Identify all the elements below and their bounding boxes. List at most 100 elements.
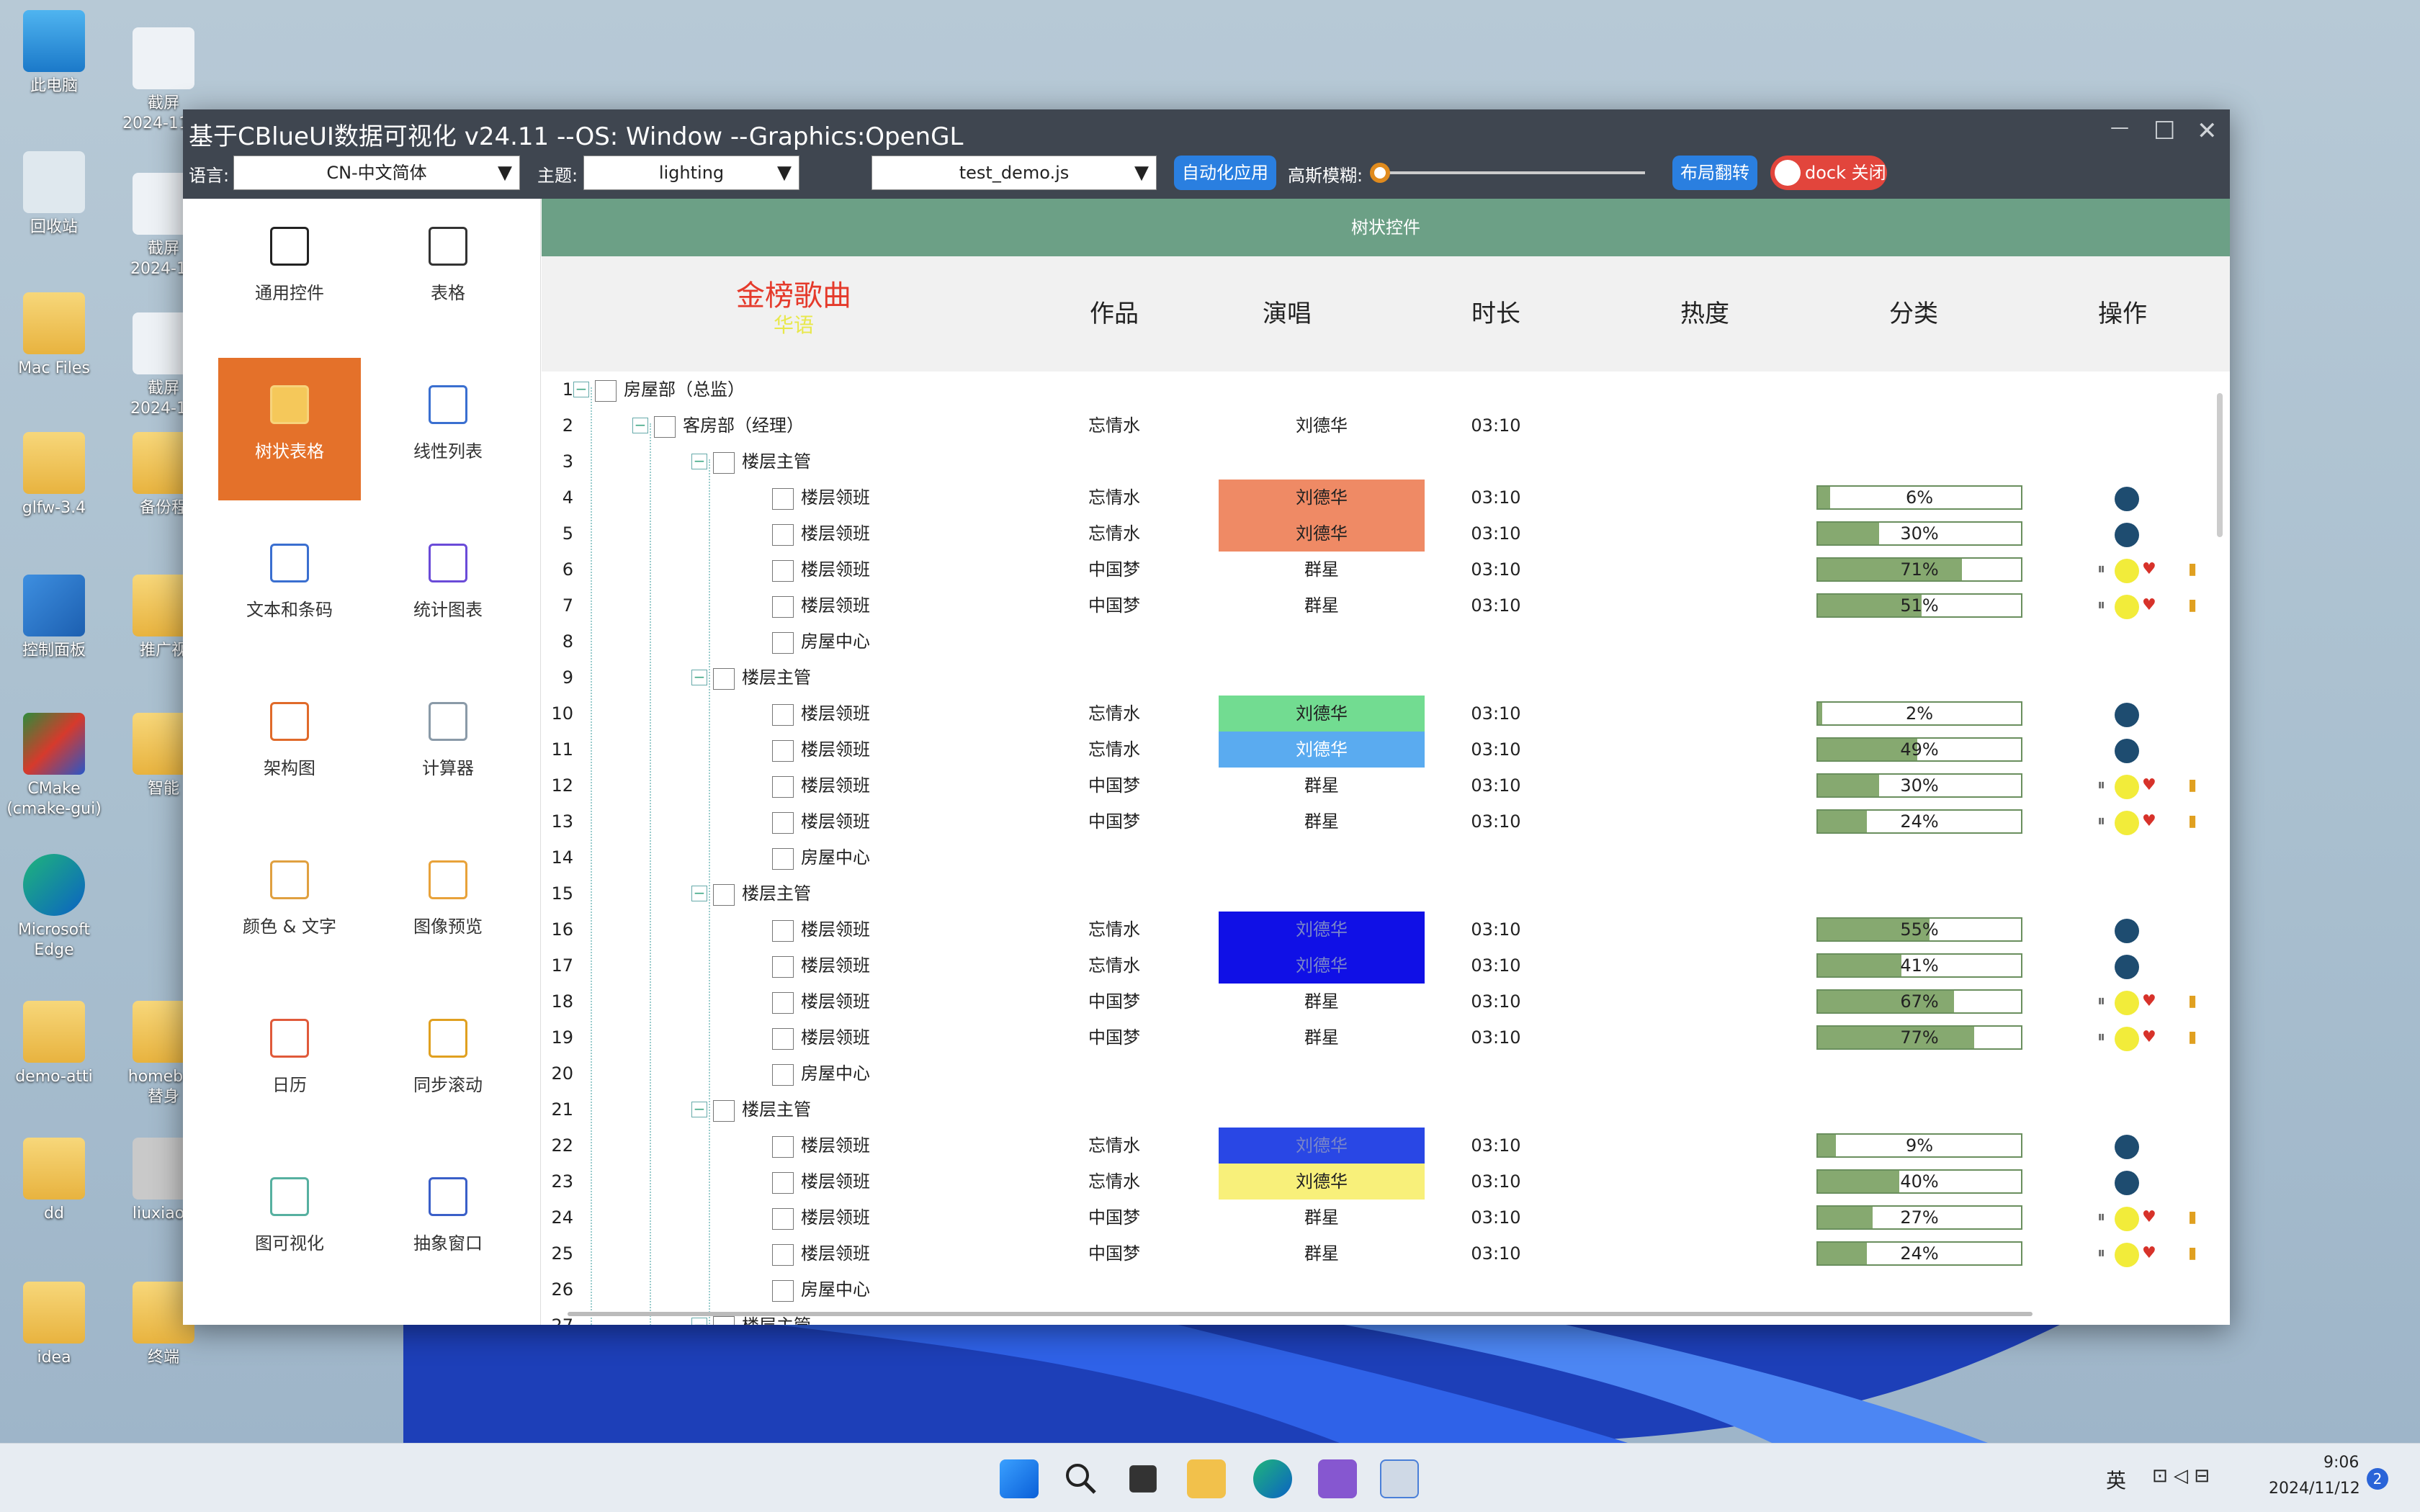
row-checkbox[interactable] [772, 488, 794, 510]
table-row[interactable]: 26 房屋中心 [542, 1272, 2230, 1308]
row-checkbox[interactable] [713, 1316, 735, 1325]
table-row[interactable]: 16 楼层领班 忘情水 刘德华 03:10 55% [542, 912, 2230, 948]
notification-badge[interactable]: 2 [2367, 1468, 2388, 1490]
pause-icon[interactable]: ⏸ [2097, 598, 2105, 613]
trash-icon[interactable]: ▮ [2188, 1246, 2197, 1261]
row-checkbox[interactable] [772, 848, 794, 870]
blur-slider-knob[interactable] [1370, 163, 1390, 183]
table-row[interactable]: 18 楼层领班 中国梦 群星 03:10 67% ⏸ ♥ ▮ [542, 984, 2230, 1020]
visual-studio-icon[interactable] [1318, 1459, 1357, 1498]
heart-icon[interactable]: ♥ [2142, 598, 2156, 613]
row-checkbox[interactable] [772, 992, 794, 1014]
dock-toggle[interactable]: dock 关闭 [1770, 156, 1887, 190]
pause-icon[interactable]: ⏸ [2097, 1210, 2105, 1225]
header-ops[interactable]: 操作 [2018, 256, 2227, 372]
trash-icon[interactable]: ▮ [2188, 814, 2197, 829]
maximize-icon[interactable]: ☐ [2154, 117, 2175, 145]
sidebar-item-list[interactable]: 线性列表 [377, 358, 519, 500]
sidebar-item-bar-chart[interactable]: 统计图表 [377, 516, 519, 659]
row-checkbox[interactable] [772, 1244, 794, 1266]
table-row[interactable]: 24 楼层领班 中国梦 群星 03:10 27% ⏸ ♥ ▮ [542, 1200, 2230, 1236]
pause-icon[interactable]: ⏸ [2097, 1030, 2105, 1045]
table-row[interactable]: 12 楼层领班 中国梦 群星 03:10 30% ⏸ ♥ ▮ [542, 768, 2230, 804]
row-checkbox[interactable] [772, 956, 794, 978]
row-checkbox[interactable] [772, 560, 794, 582]
desktop-icon[interactable]: Mac Files [0, 292, 108, 379]
row-checkbox[interactable] [595, 380, 617, 402]
table-row[interactable]: 14 房屋中心 [542, 840, 2230, 876]
header-heat[interactable]: 热度 [1600, 256, 1809, 372]
pause-icon[interactable]: ⏸ [2097, 814, 2105, 829]
sidebar-item-layers[interactable]: 架构图 [218, 675, 361, 817]
desktop-icon[interactable]: CMake (cmake-gui) [0, 713, 108, 819]
header-title-cell[interactable]: 金榜歌曲 华语 [542, 256, 1046, 372]
theme-select[interactable]: lighting ▼ [583, 156, 799, 190]
desktop-icon[interactable]: 回收站 [0, 151, 108, 238]
trash-icon[interactable]: ▮ [2188, 1030, 2197, 1045]
row-checkbox[interactable] [772, 740, 794, 762]
sidebar-item-abstract-window[interactable]: 抽象窗口 [377, 1150, 519, 1292]
row-checkbox[interactable] [772, 920, 794, 942]
sidebar-item-table-grid[interactable]: 表格 [377, 199, 519, 342]
table-row[interactable]: 25 楼层领班 中国梦 群星 03:10 24% ⏸ ♥ ▮ [542, 1236, 2230, 1272]
row-checkbox[interactable] [772, 1208, 794, 1230]
expand-toggle-icon[interactable]: − [691, 454, 707, 469]
desktop-icon[interactable]: glfw-3.4 [0, 432, 108, 518]
sidebar-item-code-window[interactable]: 通用控件 [218, 199, 361, 342]
tray-icons[interactable]: ⊡ ◁ ⊟ [2152, 1465, 2210, 1487]
windows-start-icon[interactable] [1000, 1459, 1039, 1498]
header-duration[interactable]: 时长 [1392, 256, 1600, 372]
desktop-icon[interactable]: 控制面板 [0, 575, 108, 661]
blur-slider-track[interactable] [1379, 171, 1645, 174]
desktop-icon[interactable]: idea [0, 1282, 108, 1368]
heart-icon[interactable]: ♥ [2142, 778, 2156, 793]
clock-date[interactable]: 2024/11/12 [2269, 1480, 2360, 1498]
row-checkbox[interactable] [772, 1280, 794, 1302]
row-checkbox[interactable] [772, 632, 794, 654]
table-row[interactable]: 13 楼层领班 中国梦 群星 03:10 24% ⏸ ♥ ▮ [542, 804, 2230, 840]
pause-icon[interactable]: ⏸ [2097, 778, 2105, 793]
row-checkbox[interactable] [772, 776, 794, 798]
horizontal-scrollbar[interactable] [568, 1312, 2033, 1316]
row-checkbox[interactable] [772, 1064, 794, 1086]
table-row[interactable]: 5 楼层领班 忘情水 刘德华 03:10 30% [542, 516, 2230, 552]
table-row[interactable]: 8 房屋中心 [542, 624, 2230, 660]
sidebar-item-graph[interactable]: 图可视化 [218, 1150, 361, 1292]
active-app-icon[interactable] [1380, 1459, 1419, 1498]
trash-icon[interactable]: ▮ [2188, 598, 2197, 613]
sidebar-item-tree-table[interactable]: 树状表格 [218, 358, 361, 500]
row-checkbox[interactable] [772, 812, 794, 834]
auto-apply-button[interactable]: 自动化应用 [1174, 156, 1276, 190]
heart-icon[interactable]: ♥ [2142, 1246, 2156, 1261]
table-row[interactable]: 23 楼层领班 忘情水 刘德华 03:10 40% [542, 1164, 2230, 1200]
table-row[interactable]: 20 房屋中心 [542, 1056, 2230, 1092]
minimize-icon[interactable]: — [2110, 117, 2129, 138]
desktop-icon[interactable]: Microsoft Edge [0, 854, 108, 960]
row-checkbox[interactable] [654, 416, 676, 438]
table-row[interactable]: 11 楼层领班 忘情水 刘德华 03:10 49% [542, 732, 2230, 768]
desktop-icon[interactable]: demo-atti [0, 1001, 108, 1087]
expand-toggle-icon[interactable]: − [691, 1318, 707, 1325]
heart-icon[interactable]: ♥ [2142, 1030, 2156, 1045]
header-work[interactable]: 作品 [1046, 256, 1183, 372]
row-checkbox[interactable] [713, 1100, 735, 1122]
table-row[interactable]: 27 − 楼层主管 [542, 1308, 2230, 1325]
expand-toggle-icon[interactable]: − [691, 886, 707, 901]
table-row[interactable]: 7 楼层领班 中国梦 群星 03:10 51% ⏸ ♥ ▮ [542, 588, 2230, 624]
layout-flip-button[interactable]: 布局翻转 [1672, 156, 1757, 190]
edge-browser-icon[interactable] [1253, 1459, 1292, 1498]
heart-icon[interactable]: ♥ [2142, 1210, 2156, 1225]
trash-icon[interactable]: ▮ [2188, 994, 2197, 1009]
row-checkbox[interactable] [772, 524, 794, 546]
language-select[interactable]: CN-中文简体 ▼ [233, 156, 520, 190]
pause-icon[interactable]: ⏸ [2097, 562, 2105, 577]
task-view-icon[interactable] [1129, 1465, 1157, 1493]
sidebar-item-calculator[interactable]: 计算器 [377, 675, 519, 817]
table-row[interactable]: 9 − 楼层主管 [542, 660, 2230, 696]
sidebar-item-calendar[interactable]: 日历 [218, 991, 361, 1134]
heart-icon[interactable]: ♥ [2142, 814, 2156, 829]
trash-icon[interactable]: ▮ [2188, 778, 2197, 793]
table-row[interactable]: 19 楼层领班 中国梦 群星 03:10 77% ⏸ ♥ ▮ [542, 1020, 2230, 1056]
row-checkbox[interactable] [713, 884, 735, 906]
sidebar-item-color-wheel[interactable]: 颜色 & 文字 [218, 833, 361, 976]
